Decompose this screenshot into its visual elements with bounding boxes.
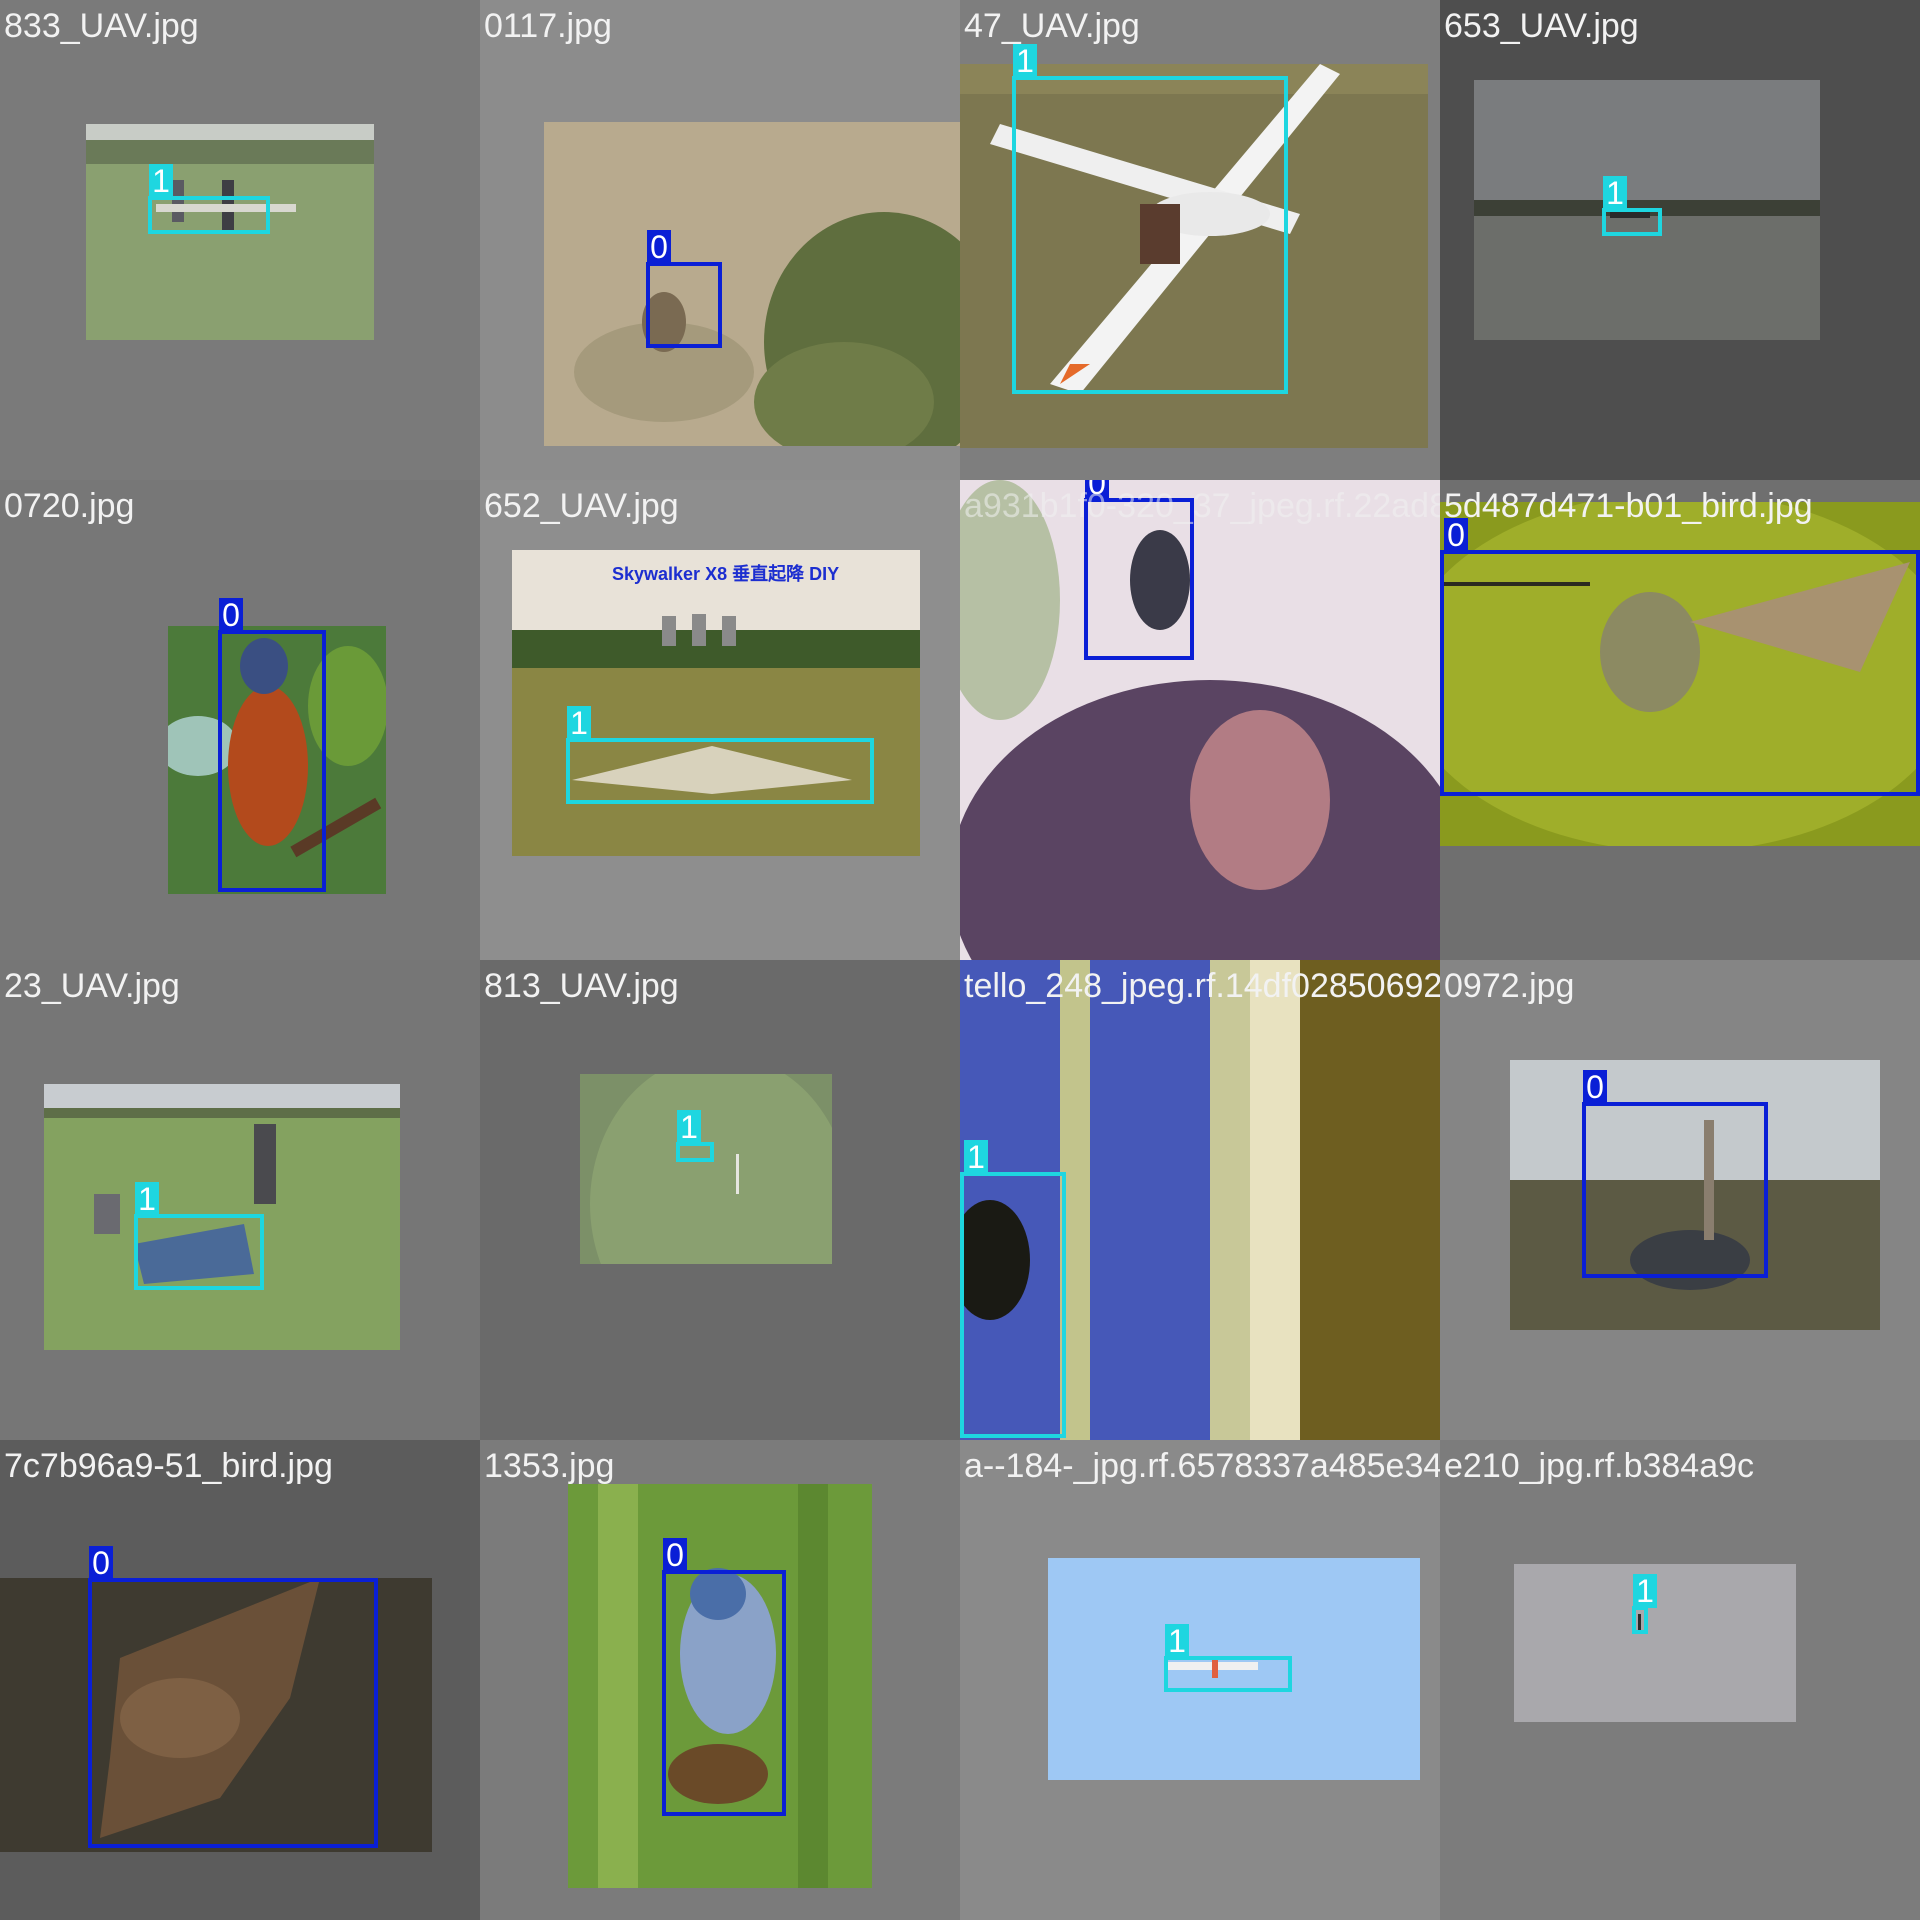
class-label: 1 [135, 1182, 159, 1216]
tile-filename: 833_UAV.jpg [4, 7, 199, 45]
detection-box: 1 [1632, 1574, 1657, 1634]
detection-box: 1 [134, 1182, 264, 1290]
class-label: 1 [1603, 176, 1627, 210]
tile-filename: 0720.jpg [4, 487, 135, 525]
detection-box: 0 [1582, 1070, 1768, 1278]
class-label: 1 [1633, 1574, 1657, 1608]
tile-tello-248[interactable]: tello_248_jpeg.rf.14df02850692256b32bef … [960, 960, 1440, 1440]
detection-box: 0 [646, 230, 722, 348]
tile-filename: 813_UAV.jpg [484, 967, 679, 1005]
tile-23-uav[interactable]: 23_UAV.jpg 1 [0, 960, 480, 1440]
tile-833-uav[interactable]: 833_UAV.jpg 1 [0, 0, 480, 480]
detection-box: 0 [662, 1538, 786, 1816]
class-label: 1 [1013, 44, 1037, 78]
tile-7c7b96a9-bird[interactable]: 7c7b96a9-51_bird.jpg 0 [0, 1440, 480, 1920]
tile-filename: 653_UAV.jpg [1444, 7, 1639, 45]
detection-box: 1 [676, 1110, 714, 1162]
class-label: 1 [1165, 1624, 1189, 1658]
tile-652-uav[interactable]: 652_UAV.jpg Skywalker X8 垂直起降 DIY 1 [480, 480, 960, 960]
overlay-banner-text: Skywalker X8 垂直起降 DIY [612, 564, 840, 584]
tile-image [544, 122, 960, 446]
tile-filename: 0972.jpg [1444, 967, 1575, 1005]
tile-filename: tello_248_jpeg.rf.14df02850692256b32bef [964, 967, 1440, 1005]
tile-filename: a--184-_jpg.rf.6578337a485e3407eb0ed178 [964, 1447, 1440, 1485]
tile-1353[interactable]: 1353.jpg 0 [480, 1440, 960, 1920]
tile-0117[interactable]: 0117.jpg 0 [480, 0, 960, 480]
detection-box: 0 [218, 598, 326, 892]
detection-box: 1 [566, 706, 874, 804]
tile-e210[interactable]: e210_jpg.rf.b384a9c 1 [1440, 1440, 1920, 1920]
detection-box: 1 [1012, 44, 1288, 394]
tile-813-uav[interactable]: 813_UAV.jpg 1 [480, 960, 960, 1440]
class-label: 1 [964, 1140, 988, 1174]
class-label: 1 [677, 1110, 701, 1144]
tile-filename: 652_UAV.jpg [484, 487, 679, 525]
detection-box: 0 [88, 1546, 378, 1848]
detection-box: 1 [960, 1140, 1066, 1438]
tile-filename: 47_UAV.jpg [964, 7, 1140, 45]
tile-image [960, 480, 1440, 960]
class-label: 0 [647, 230, 671, 264]
tile-653-uav[interactable]: 653_UAV.jpg 1 [1440, 0, 1920, 480]
class-label: 0 [89, 1546, 113, 1580]
tile-image [580, 1074, 832, 1264]
tile-filename: 23_UAV.jpg [4, 967, 180, 1005]
tile-filename: 0117.jpg [484, 7, 612, 45]
detection-box: 0 [1440, 518, 1920, 796]
tile-0972[interactable]: 0972.jpg 0 [1440, 960, 1920, 1440]
tile-5d487d471-bird[interactable]: 5d487d471-b01_bird.jpg 0 [1440, 480, 1920, 960]
detection-box: 1 [1164, 1624, 1292, 1692]
tile-0720[interactable]: 0720.jpg 0 [0, 480, 480, 960]
tile-filename: 1353.jpg [484, 1447, 615, 1485]
tile-a-184[interactable]: a--184-_jpg.rf.6578337a485e3407eb0ed178 … [960, 1440, 1440, 1920]
class-label: 0 [1583, 1070, 1607, 1104]
tile-image: Skywalker X8 垂直起降 DIY [512, 550, 920, 856]
class-label: 1 [149, 164, 173, 198]
detection-box: 1 [1602, 176, 1662, 236]
tile-47-uav[interactable]: 47_UAV.jpg 1 [960, 0, 1440, 480]
class-label: 0 [219, 598, 243, 632]
tile-filename: a931b1f0-320_37_jpeg.rf.22ad8da71fe64f [964, 487, 1440, 525]
tile-filename: e210_jpg.rf.b384a9c [1444, 1447, 1755, 1485]
class-label: 1 [567, 706, 591, 740]
tile-filename: 7c7b96a9-51_bird.jpg [4, 1447, 333, 1485]
class-label: 0 [663, 1538, 687, 1572]
tile-a931b1f0[interactable]: a931b1f0-320_37_jpeg.rf.22ad8da71fe64f 0 [960, 480, 1440, 960]
detection-results-grid: 833_UAV.jpg 1 0117.jpg 0 47_UAV.jpg 1 65… [0, 0, 1920, 1920]
tile-filename: 5d487d471-b01_bird.jpg [1444, 487, 1813, 525]
detection-box: 1 [148, 164, 270, 234]
